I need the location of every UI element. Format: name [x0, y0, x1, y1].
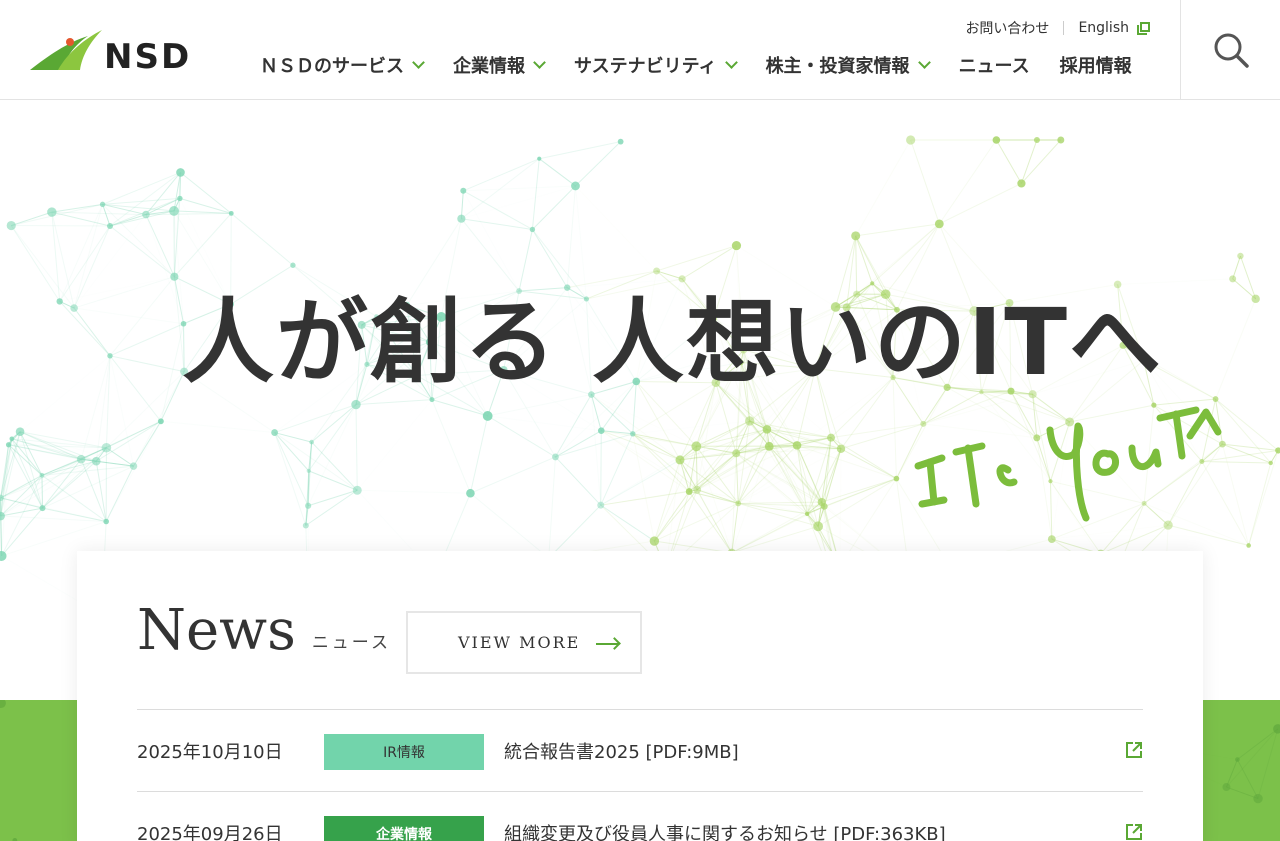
news-item[interactable]: 2025年09月26日 企業情報 組織変更及び役員人事に関するお知らせ [PDF…: [137, 791, 1143, 841]
nav-label: 株主・投資家情報: [765, 56, 910, 77]
chevron-down-icon: [917, 56, 931, 69]
utility-divider: [1063, 21, 1065, 35]
chevron-down-icon: [533, 56, 546, 69]
news-category-badge: 企業情報: [324, 816, 484, 841]
news-date: 2025年10月10日: [137, 742, 283, 763]
nav-item-sustainability[interactable]: サステナビリティ: [574, 52, 738, 78]
handwritten-tagline: [914, 406, 1222, 522]
nav-item-investors[interactable]: 株主・投資家情報: [765, 52, 931, 78]
news-list: 2025年10月10日 IR情報 統合報告書2025 [PDF:9MB] 202…: [137, 709, 1143, 841]
news-title: News: [137, 598, 296, 663]
news-item-title[interactable]: 組織変更及び役員人事に関するお知らせ [PDF:363KB]: [504, 820, 946, 841]
nav-label: ニュース: [958, 56, 1030, 77]
news-card: News ニュース VIEW MORE 2025年10月10日 IR情報 統合報…: [77, 551, 1203, 841]
external-window-icon: [1137, 21, 1150, 35]
external-link-icon: [1126, 742, 1142, 758]
nav-item-services[interactable]: ＮＳＤのサービス: [260, 52, 425, 78]
search-icon: [1214, 33, 1249, 68]
news-subtitle: ニュース: [311, 633, 391, 653]
chevron-down-icon: [412, 56, 425, 69]
external-link-icon: [1126, 824, 1142, 840]
news-category-badge: IR情報: [324, 734, 484, 770]
news-item[interactable]: 2025年10月10日 IR情報 統合報告書2025 [PDF:9MB]: [137, 709, 1143, 791]
nav-label: 企業情報: [453, 56, 525, 77]
nsd-logo[interactable]: NSD: [28, 26, 218, 74]
english-link[interactable]: English: [1078, 20, 1129, 36]
search-button[interactable]: [1180, 0, 1280, 100]
nav-item-recruit[interactable]: 採用情報: [1060, 52, 1132, 78]
nav-item-news[interactable]: ニュース: [959, 52, 1030, 78]
arrow-right-icon: [596, 643, 618, 645]
logo-text: NSD: [104, 37, 191, 74]
nav-label: ＮＳＤのサービス: [260, 56, 404, 77]
nav-label: 採用情報: [1059, 56, 1132, 77]
hero-title: 人が創る 人想いのITへ: [182, 289, 1164, 396]
utility-links: お問い合わせ English: [965, 18, 1150, 38]
news-heading: News ニュース: [137, 603, 391, 659]
site-header: NSD お問い合わせ English ＮＳＤのサービス 企業情報 サステナビリテ…: [0, 0, 1280, 100]
global-nav: ＮＳＤのサービス 企業情報 サステナビリティ 株主・投資家情報 ニュース 採用情…: [260, 52, 1132, 78]
news-date: 2025年09月26日: [137, 824, 283, 841]
view-more-label: VIEW MORE: [458, 633, 581, 652]
nav-item-company[interactable]: 企業情報: [453, 52, 546, 78]
nav-label: サステナビリティ: [574, 56, 717, 77]
news-item-title[interactable]: 統合報告書2025 [PDF:9MB]: [504, 738, 739, 764]
chevron-down-icon: [724, 56, 738, 69]
view-more-button[interactable]: VIEW MORE: [406, 611, 642, 674]
contact-link[interactable]: お問い合わせ: [965, 18, 1049, 38]
